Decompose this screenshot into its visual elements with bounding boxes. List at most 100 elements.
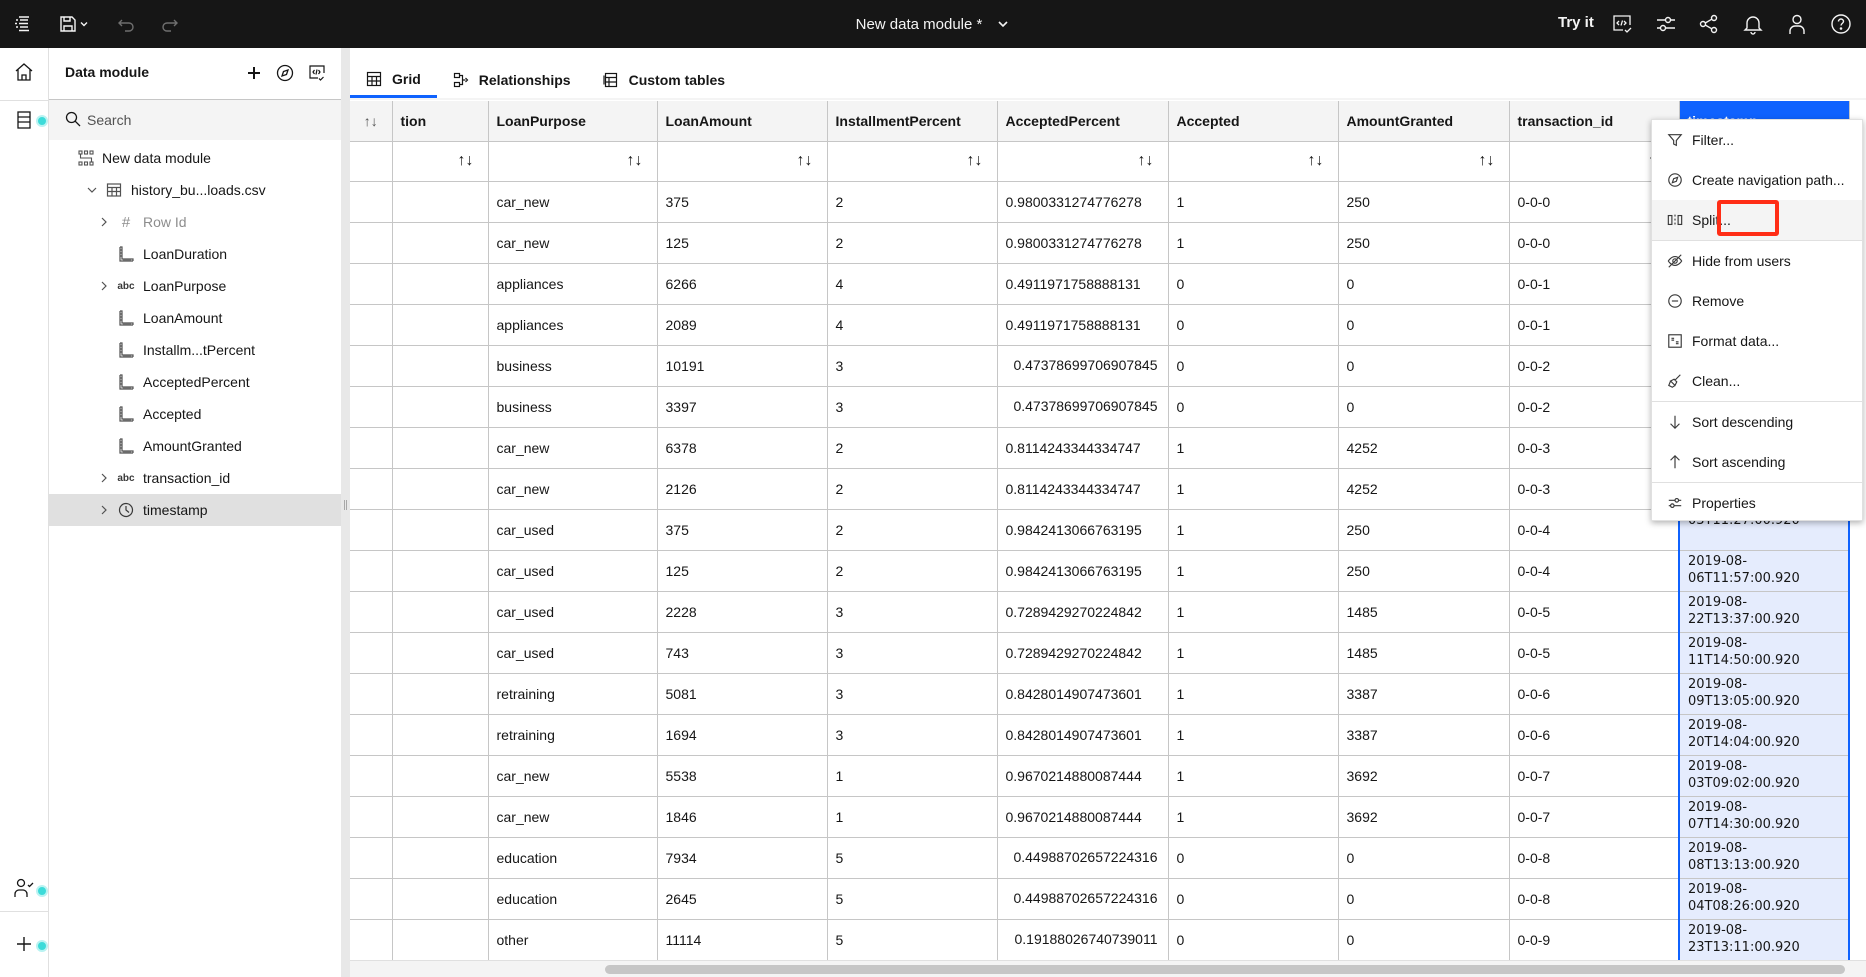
table-cell[interactable]: 5 <box>827 878 998 920</box>
column-header[interactable]: AcceptedPercent <box>997 101 1169 142</box>
settings-sliders-icon[interactable] <box>1654 12 1678 36</box>
table-cell[interactable]: 2019-08- 08T13:13:00.920 <box>1678 837 1850 879</box>
table-cell[interactable]: 4252 <box>1338 427 1510 469</box>
menu-item-create-navigation-path[interactable]: Create navigation path... <box>1652 160 1862 200</box>
table-cell[interactable]: 250 <box>1338 509 1510 551</box>
table-cell[interactable]: 1 <box>1168 509 1339 551</box>
table-cell[interactable]: 2089 <box>657 304 828 346</box>
table-cell[interactable]: 0 <box>1168 263 1339 305</box>
table-cell[interactable]: 0-0-5 <box>1509 591 1680 633</box>
table-cell[interactable]: car_used <box>488 632 658 674</box>
validate-module-icon[interactable] <box>306 62 328 84</box>
table-cell[interactable]: 0.47378699706907845 <box>997 386 1169 428</box>
table-cell[interactable]: 0 <box>1168 837 1339 879</box>
save-chevron-down-icon[interactable] <box>76 12 92 36</box>
try-it-button[interactable]: Try it <box>1558 14 1594 31</box>
table-cell[interactable]: 0-0-9 <box>1509 919 1680 961</box>
table-cell[interactable]: 0.9670214880087444 <box>997 796 1169 838</box>
table-cell[interactable]: 3692 <box>1338 755 1510 797</box>
table-cell[interactable]: appliances <box>488 263 658 305</box>
tree-item[interactable]: timestamp <box>49 494 341 526</box>
table-cell[interactable]: 2019-08- 07T14:30:00.920 <box>1678 796 1850 838</box>
table-cell[interactable]: 10191 <box>657 345 828 387</box>
undo-icon[interactable] <box>114 12 138 36</box>
table-cell[interactable]: 0 <box>1338 386 1510 428</box>
column-header[interactable]: tion <box>392 101 489 142</box>
panel-splitter[interactable] <box>341 48 350 977</box>
search-field[interactable] <box>49 100 341 140</box>
row-sort-header[interactable]: ↑↓ <box>350 101 393 142</box>
table-cell[interactable]: 4 <box>827 304 998 346</box>
table-cell[interactable]: 0.9842413066763195 <box>997 550 1169 592</box>
table-cell[interactable]: car_used <box>488 591 658 633</box>
table-cell[interactable]: 3387 <box>1338 714 1510 756</box>
app-menu-icon[interactable] <box>10 12 34 36</box>
table-cell[interactable]: 0.19188026740739011 <box>997 919 1169 961</box>
table-cell[interactable]: 0-0-4 <box>1509 550 1680 592</box>
table-cell[interactable]: 2019-08- 23T13:11:00.920 <box>1678 919 1850 961</box>
table-cell[interactable]: 1 <box>1168 222 1339 264</box>
table-cell[interactable]: 3 <box>827 591 998 633</box>
table-cell[interactable]: 1 <box>827 796 998 838</box>
table-cell[interactable]: 0 <box>1338 263 1510 305</box>
column-header[interactable]: Accepted <box>1168 101 1339 142</box>
table-cell[interactable]: 0.4911971758888131 <box>997 304 1169 346</box>
table-cell[interactable]: 6266 <box>657 263 828 305</box>
tree-item[interactable]: Installm...tPercent <box>49 334 341 366</box>
table-cell[interactable]: 0.9842413066763195 <box>997 509 1169 551</box>
table-cell[interactable]: 2 <box>827 222 998 264</box>
table-cell[interactable]: 2019-08- 04T08:26:00.920 <box>1678 878 1850 920</box>
table-cell[interactable]: 4252 <box>1338 468 1510 510</box>
table-cell[interactable]: 1 <box>1168 550 1339 592</box>
home-icon[interactable] <box>12 60 36 84</box>
sort-toggle[interactable]: ↑↓ <box>657 141 828 182</box>
table-cell[interactable]: retraining <box>488 673 658 715</box>
sort-toggle[interactable]: ↑↓ <box>488 141 658 182</box>
table-cell[interactable]: education <box>488 837 658 879</box>
table-cell[interactable]: 1 <box>1168 427 1339 469</box>
table-cell[interactable]: 0 <box>1338 837 1510 879</box>
share-icon[interactable] <box>1697 12 1721 36</box>
table-cell[interactable]: 2645 <box>657 878 828 920</box>
help-icon[interactable] <box>1829 12 1853 36</box>
tree-item[interactable]: # Row Id <box>49 206 341 238</box>
table-cell[interactable]: 4 <box>827 263 998 305</box>
validate-icon[interactable] <box>1610 12 1634 36</box>
tree-item[interactable]: AmountGranted <box>49 430 341 462</box>
scrollbar-thumb[interactable] <box>605 965 1845 974</box>
table-cell[interactable]: 250 <box>1338 181 1510 223</box>
table-cell[interactable]: 3 <box>827 714 998 756</box>
tree-item[interactable]: abc transaction_id <box>49 462 341 494</box>
table-cell[interactable]: car_new <box>488 796 658 838</box>
table-cell[interactable]: 1 <box>1168 468 1339 510</box>
menu-item-sort-descending[interactable]: Sort descending <box>1652 402 1862 442</box>
chevron-right-icon[interactable] <box>97 503 111 517</box>
table-cell[interactable]: 0.8428014907473601 <box>997 673 1169 715</box>
table-cell[interactable]: 1694 <box>657 714 828 756</box>
table-cell[interactable]: car_new <box>488 468 658 510</box>
table-cell[interactable]: 0 <box>1338 919 1510 961</box>
menu-item-hide-from-users[interactable]: Hide from users <box>1652 241 1862 281</box>
table-cell[interactable]: 375 <box>657 181 828 223</box>
add-source-icon[interactable] <box>243 62 265 84</box>
table-cell[interactable]: car_used <box>488 509 658 551</box>
table-cell[interactable]: 2 <box>827 509 998 551</box>
table-cell[interactable]: 0.47378699706907845 <box>997 345 1169 387</box>
table-cell[interactable]: 1485 <box>1338 632 1510 674</box>
data-source-icon[interactable] <box>12 108 36 132</box>
table-cell[interactable]: 0.9670214880087444 <box>997 755 1169 797</box>
table-cell[interactable]: 1 <box>1168 673 1339 715</box>
table-cell[interactable]: 0.7289429270224842 <box>997 632 1169 674</box>
tree-item[interactable]: Accepted <box>49 398 341 430</box>
table-cell[interactable]: 11114 <box>657 919 828 961</box>
table-cell[interactable]: 0.7289429270224842 <box>997 591 1169 633</box>
menu-item-properties[interactable]: Properties <box>1652 483 1862 523</box>
table-cell[interactable]: 7934 <box>657 837 828 879</box>
table-cell[interactable]: 2019-08- 20T14:04:00.920 <box>1678 714 1850 756</box>
table-cell[interactable]: 1846 <box>657 796 828 838</box>
table-cell[interactable]: 0.44988702657224316 <box>997 878 1169 920</box>
table-cell[interactable]: 2 <box>827 427 998 469</box>
table-cell[interactable]: 0-0-6 <box>1509 673 1680 715</box>
table-cell[interactable]: 2019-08- 09T13:05:00.920 <box>1678 673 1850 715</box>
menu-item-clean[interactable]: Clean... <box>1652 361 1862 401</box>
